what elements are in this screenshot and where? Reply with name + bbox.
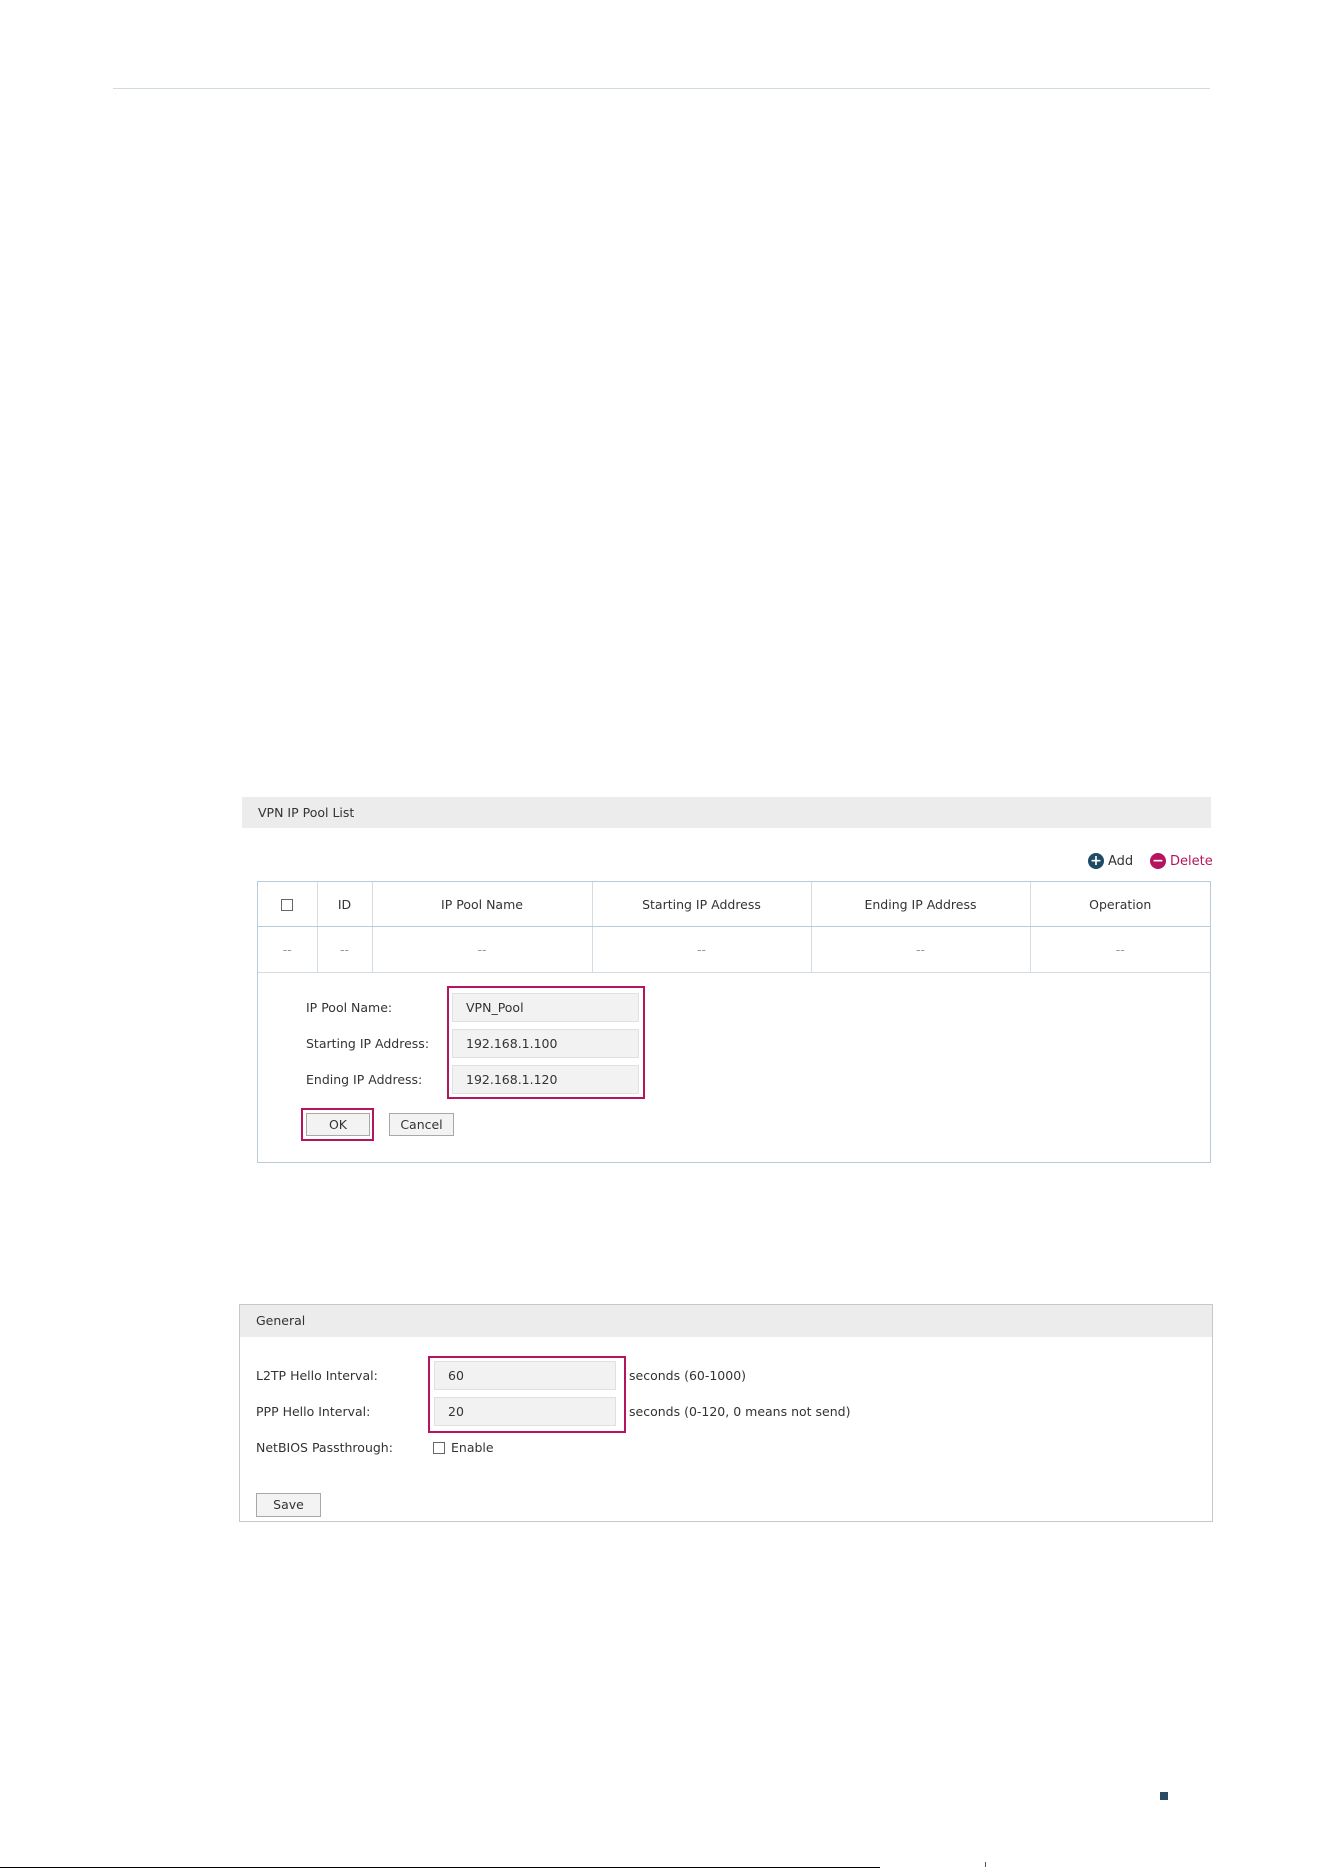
table-cell: -- bbox=[811, 926, 1031, 973]
general-panel-header: General bbox=[240, 1305, 1212, 1337]
ending-ip-label: Ending IP Address: bbox=[306, 1072, 423, 1087]
ip-pool-name-label: IP Pool Name: bbox=[306, 1000, 393, 1015]
netbios-enable-label: Enable bbox=[451, 1440, 494, 1455]
netbios-enable-checkbox[interactable] bbox=[433, 1441, 445, 1454]
table-cell: -- bbox=[372, 926, 593, 973]
minus-circle-icon: − bbox=[1150, 853, 1166, 869]
add-label: Add bbox=[1108, 853, 1134, 869]
table-cell: -- bbox=[258, 926, 318, 973]
table-cell: -- bbox=[592, 926, 812, 973]
interval-fields-highlight bbox=[428, 1356, 626, 1433]
ok-button-highlight bbox=[301, 1108, 374, 1141]
column-header-operation: Operation bbox=[1030, 882, 1210, 927]
netbios-enable-toggle[interactable]: Enable bbox=[433, 1440, 494, 1455]
delete-button[interactable]: − Delete bbox=[1150, 850, 1213, 872]
table-header-row: ID IP Pool Name Starting IP Address Endi… bbox=[258, 882, 1210, 927]
form-fields-highlight bbox=[447, 986, 645, 1099]
column-header-id: ID bbox=[317, 882, 373, 927]
select-all-checkbox[interactable] bbox=[281, 899, 294, 911]
table-row: -- -- -- -- -- -- bbox=[258, 926, 1210, 973]
table-cell: -- bbox=[1030, 926, 1210, 973]
plus-circle-icon: + bbox=[1088, 853, 1104, 869]
column-header-ending-ip: Ending IP Address bbox=[811, 882, 1031, 927]
l2tp-range-hint: seconds (60-1000) bbox=[629, 1368, 747, 1383]
column-header-starting-ip: Starting IP Address bbox=[592, 882, 812, 927]
vpn-ip-pool-list-header: VPN IP Pool List bbox=[242, 797, 1211, 828]
select-all-cell[interactable] bbox=[258, 882, 318, 927]
l2tp-hello-interval-label: L2TP Hello Interval: bbox=[256, 1368, 378, 1383]
starting-ip-label: Starting IP Address: bbox=[306, 1036, 430, 1051]
page-bottom-rule bbox=[0, 1867, 880, 1868]
ppp-range-hint: seconds (0-120, 0 means not send) bbox=[629, 1404, 851, 1419]
page-marker-icon bbox=[1160, 1792, 1168, 1800]
delete-label: Delete bbox=[1170, 853, 1213, 869]
column-header-pool-name: IP Pool Name bbox=[372, 882, 593, 927]
save-button[interactable]: Save bbox=[256, 1493, 321, 1517]
page-top-rule bbox=[113, 88, 1210, 89]
add-button[interactable]: + Add bbox=[1088, 850, 1133, 872]
ppp-hello-interval-label: PPP Hello Interval: bbox=[256, 1404, 371, 1419]
page-bottom-tick bbox=[985, 1862, 986, 1867]
cancel-button[interactable]: Cancel bbox=[389, 1113, 454, 1136]
vpn-ip-pool-table: ID IP Pool Name Starting IP Address Endi… bbox=[258, 882, 1210, 973]
table-cell: -- bbox=[317, 926, 373, 973]
netbios-passthrough-label: NetBIOS Passthrough: bbox=[256, 1440, 393, 1455]
